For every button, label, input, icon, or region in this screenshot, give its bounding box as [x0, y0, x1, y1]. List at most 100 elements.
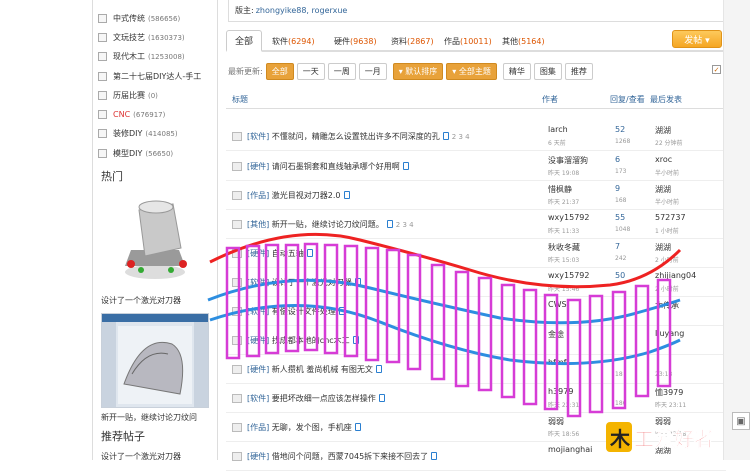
thread-replies[interactable]: 7: [615, 242, 620, 251]
thread-author[interactable]: mojianghai: [548, 445, 592, 454]
thread-author[interactable]: larch: [548, 125, 568, 134]
thread-row[interactable]: [软件] 要把坏改细一点应该怎样操作 h3979 昨天 22:31 186 恤3979 昨…: [226, 384, 726, 413]
thread-row[interactable]: [软件] 不懂就问，精雕怎么设置铣出许多不同深度的孔 2 3 4 larch 6 天前…: [226, 122, 726, 151]
thread-author[interactable]: 金途: [548, 329, 564, 340]
thread-title[interactable]: 请问石墨铜套和直线轴承哪个好用啊: [272, 162, 400, 171]
thread-title[interactable]: 不懂就问，精雕怎么设置铣出许多不同深度的孔: [272, 132, 440, 141]
thread-title[interactable]: 要把坏改细一点应该怎样操作: [272, 394, 376, 403]
thread-title[interactable]: 激光目视对刀器2.0: [272, 191, 341, 200]
thread-row[interactable]: [硬件] 请问石墨铜套和直线轴承哪个好用啊 没事溜溜狗 昨天 19:08 6 173 xr…: [226, 152, 726, 181]
thread-author[interactable]: 弱弱: [548, 416, 564, 427]
thread-last-user[interactable]: liuyang: [655, 329, 684, 338]
post-button[interactable]: 发帖 ▾: [672, 30, 722, 48]
filter-time-day[interactable]: 一天: [296, 62, 325, 80]
thread-title[interactable]: 设计了一个激光对刀器: [272, 278, 352, 287]
thread-author[interactable]: h3979: [548, 387, 573, 396]
thread-replies[interactable]: 9: [615, 184, 620, 193]
thread-row[interactable]: [作品] 激光目视对刀器2.0 惜枫静 昨天 21:37 9 168 湖湖 半小时前: [226, 181, 726, 210]
thread-last-user[interactable]: 572737: [655, 213, 686, 222]
thread-title[interactable]: 找成都本地的cnc木工: [272, 336, 350, 345]
thread-type[interactable]: [硬件]: [247, 249, 269, 258]
thread-last-user[interactable]: 恤3979: [655, 387, 683, 398]
thread-row[interactable]: [软件] 有偿设计文件处理 CWS 木传承: [226, 297, 726, 326]
tab-other[interactable]: 其他 (5164): [502, 30, 545, 52]
thread-type[interactable]: [软件]: [247, 307, 269, 316]
thread-row[interactable]: [硬件] 自动五轴 秋收冬藏 昨天 15:03 7 242 湖湖 2 小时前: [226, 239, 726, 268]
thread-author[interactable]: 没事溜溜狗: [548, 155, 588, 166]
thread-type[interactable]: [软件]: [247, 394, 269, 403]
filter-recommended[interactable]: 推荐: [564, 62, 593, 80]
thread-title[interactable]: 自动五轴: [272, 249, 304, 258]
thread-type[interactable]: [其他]: [247, 220, 269, 229]
thread-pages[interactable]: 2 3 4: [452, 133, 470, 141]
thread-author[interactable]: wxy15792: [548, 271, 589, 280]
recommended-item[interactable]: 设计了一个激光对刀器: [101, 451, 181, 462]
thread-title[interactable]: 新人攒机 羞尚机械 有图无文: [272, 365, 373, 374]
thread-type[interactable]: [硬件]: [247, 452, 269, 461]
thread-row[interactable]: [其他] 新开一贴，继续讨论刀纹问题。 2 3 4 wxy15792 昨天 11:33…: [226, 210, 726, 239]
thread-last-date[interactable]: 2 小时前: [655, 284, 679, 293]
thread-last-date[interactable]: 22 分钟前: [655, 138, 683, 147]
hot-item-caption[interactable]: 新开一贴，继续讨论刀纹问: [101, 412, 197, 423]
tab-hardware[interactable]: 硬件 (9638): [334, 30, 377, 52]
thread-last-user[interactable]: 湖湖: [655, 242, 671, 253]
filter-time-month[interactable]: 一月: [358, 62, 387, 80]
filter-time-all[interactable]: 全部: [265, 62, 294, 80]
filter-time-week[interactable]: 一周: [327, 62, 356, 80]
hot-thumbnail-laser-tool[interactable]: [101, 190, 209, 290]
thread-title[interactable]: 有偿设计文件处理: [272, 307, 336, 316]
thread-last-date[interactable]: 半小时前: [655, 197, 679, 206]
category-item[interactable]: 装修DIY (414085): [93, 124, 219, 143]
moderators-names[interactable]: zhongyike88, rogerxue: [256, 6, 348, 15]
thread-last-date[interactable]: 半小时前: [655, 168, 679, 177]
category-item[interactable]: 文玩技艺 (1630373): [93, 28, 219, 47]
hot-thumbnail-software[interactable]: [101, 313, 209, 408]
subject-dropdown[interactable]: ▾ 全部主题: [446, 62, 497, 80]
hot-item-caption[interactable]: 设计了一个激光对刀器: [101, 295, 181, 306]
thread-type[interactable]: [作品]: [247, 423, 269, 432]
tab-works[interactable]: 作品 (10011): [444, 30, 492, 52]
thread-type[interactable]: [硬件]: [247, 365, 269, 374]
category-item[interactable]: 现代木工 (1253008): [93, 47, 219, 66]
tab-software[interactable]: 软件 (6294): [272, 30, 315, 52]
thread-replies[interactable]: 52: [615, 125, 625, 134]
thread-last-user[interactable]: zhijiang04: [655, 271, 696, 280]
tab-resources[interactable]: 资料 (2867): [391, 30, 434, 52]
thread-author[interactable]: 秋收冬藏: [548, 242, 580, 253]
thread-author[interactable]: CWS: [548, 300, 567, 309]
thread-replies[interactable]: 50: [615, 271, 625, 280]
thread-last-user[interactable]: 湖湖: [655, 184, 671, 195]
thread-last-date[interactable]: 23:18: [655, 371, 672, 378]
thread-type[interactable]: [硬件]: [247, 162, 269, 171]
thread-replies[interactable]: 6: [615, 155, 620, 164]
thread-last-date[interactable]: 2 小时前: [655, 255, 679, 264]
thread-last-user[interactable]: xroc: [655, 155, 672, 164]
scroll-top-icon[interactable]: ▣: [732, 412, 750, 430]
category-item-active[interactable]: CNC (676917): [93, 105, 219, 124]
thread-type[interactable]: [作品]: [247, 191, 269, 200]
thread-replies[interactable]: 55: [615, 213, 625, 222]
tab-all[interactable]: 全部: [226, 30, 263, 52]
thread-author[interactable]: wxy15792: [548, 213, 589, 222]
category-item[interactable]: 中式传统 (586656): [93, 9, 219, 28]
sort-dropdown[interactable]: ▾ 默认排序: [392, 62, 444, 80]
thread-pages[interactable]: 2 3 4: [396, 221, 414, 229]
filter-digest[interactable]: 精华: [502, 62, 531, 80]
thread-type[interactable]: [软件]: [247, 278, 269, 287]
thread-title[interactable]: 无聊，发个图，手机座: [272, 423, 352, 432]
thread-title[interactable]: 新开一贴，继续讨论刀纹问题。: [272, 220, 384, 229]
thread-title[interactable]: 借地问个问题，西蒙7045拆下来接不回去了: [272, 452, 428, 461]
thread-row[interactable]: [硬件] 找成都本地的cnc木工 金途 liuyang: [226, 326, 726, 355]
thread-last-user[interactable]: 湖湖: [655, 125, 671, 136]
thread-last-user[interactable]: 木传承: [655, 300, 679, 311]
thread-type[interactable]: [软件]: [247, 132, 269, 141]
thread-last-date[interactable]: 1 小时前: [655, 226, 679, 235]
thread-row[interactable]: [硬件] 新人攒机 羞尚机械 有图无文 hfmf 18 23:18: [226, 355, 726, 384]
filter-gallery[interactable]: 图集: [533, 62, 562, 80]
thread-type[interactable]: [硬件]: [247, 336, 269, 345]
category-item[interactable]: 模型DIY (56650): [93, 144, 219, 163]
category-item[interactable]: 历届比赛 (0): [93, 86, 219, 105]
thread-last-date[interactable]: 昨天 23:11: [655, 400, 686, 409]
thread-row[interactable]: [软件] 设计了一个激光对刀器 wxy15792 昨天 15:46 50 zhijian…: [226, 268, 726, 297]
category-item[interactable]: 第二十七届DIY达人-手工: [93, 67, 219, 86]
